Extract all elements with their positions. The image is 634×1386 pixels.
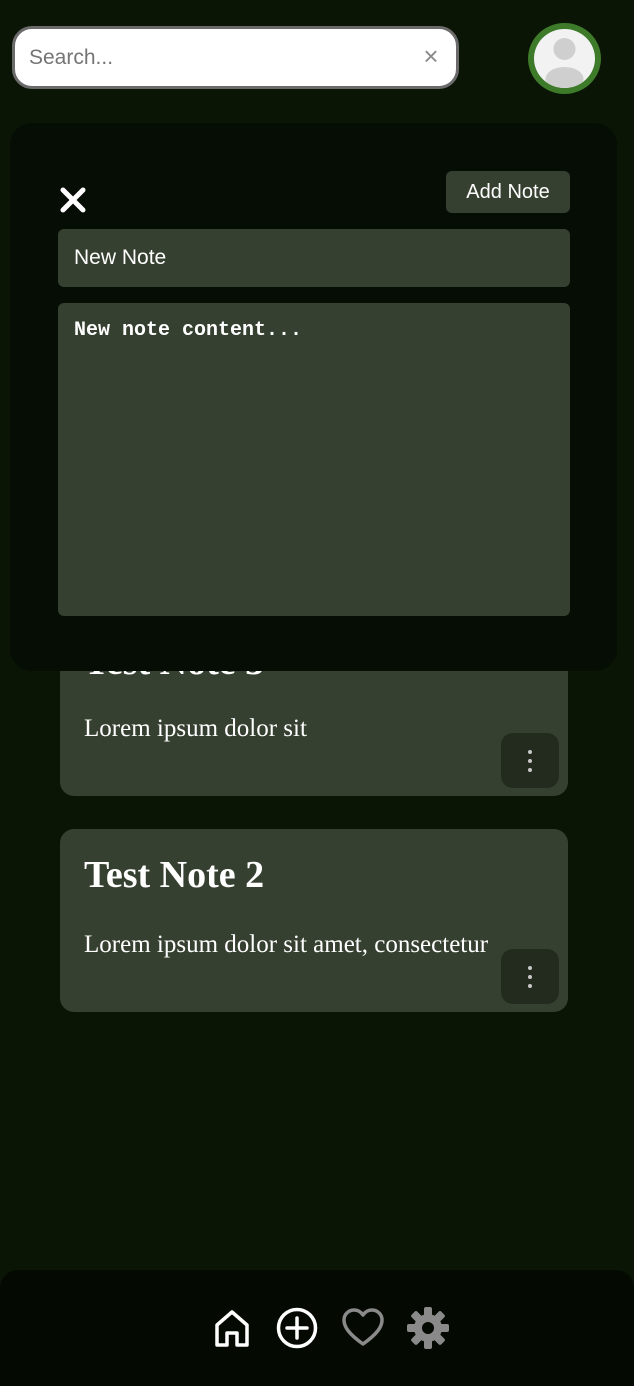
avatar[interactable] (528, 23, 601, 94)
note-menu-button[interactable] (501, 733, 559, 788)
note-menu-button[interactable] (501, 949, 559, 1004)
add-note-button[interactable]: Add Note (446, 171, 570, 213)
user-icon (534, 29, 595, 88)
note-card[interactable]: Test Note 2 Lorem ipsum dolor sit amet, … (60, 829, 568, 1012)
note-title-input[interactable] (58, 229, 570, 287)
add-circle-icon[interactable] (275, 1306, 319, 1350)
new-note-modal: Add Note (10, 123, 617, 671)
more-vertical-icon (528, 965, 532, 988)
bottom-nav (0, 1270, 634, 1386)
gear-icon[interactable] (406, 1306, 450, 1350)
note-body: Lorem ipsum dolor sit (84, 715, 307, 742)
search-input[interactable] (29, 29, 419, 86)
note-title: Test Note 2 (84, 854, 265, 896)
note-body: Lorem ipsum dolor sit amet, consectetur (84, 931, 489, 958)
close-icon[interactable] (58, 185, 88, 215)
home-icon[interactable] (210, 1306, 254, 1350)
search-bar: × (12, 26, 459, 89)
note-content-textarea[interactable] (58, 303, 570, 616)
clear-search-icon[interactable]: × (420, 43, 442, 69)
heart-icon[interactable] (341, 1306, 385, 1350)
notes-app: × Test Note 3 Lorem ipsum dolor sit Test… (0, 0, 634, 1386)
more-vertical-icon (528, 749, 532, 772)
